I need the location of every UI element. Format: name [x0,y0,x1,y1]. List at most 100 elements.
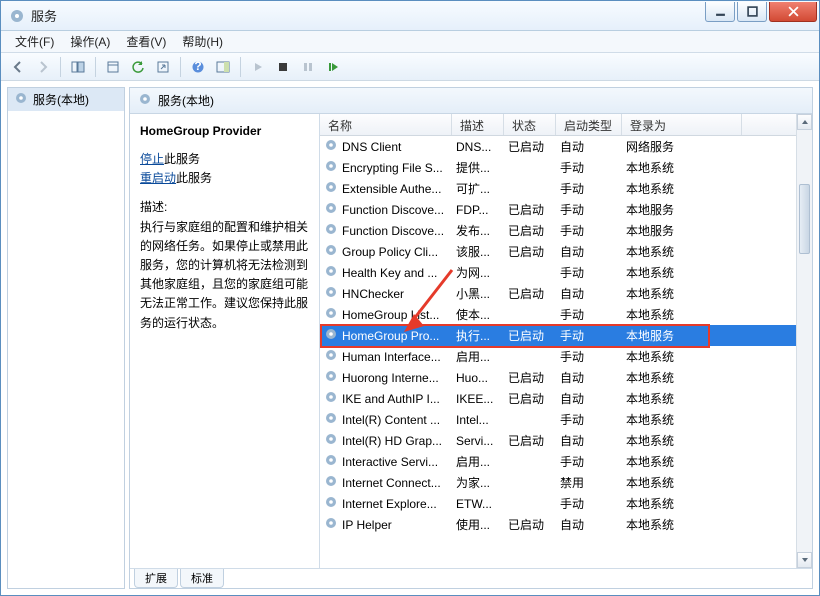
cell-name: Human Interface... [342,350,441,364]
scroll-up-button[interactable] [797,114,812,130]
cell-start: 手动 [556,411,622,428]
tabs: 扩展 标准 [130,568,812,588]
tree-root[interactable]: 服务(本地) [8,88,124,111]
service-row[interactable]: Interactive Servi...启用...手动本地系统 [320,451,812,472]
tree-root-label: 服务(本地) [33,91,89,108]
cell-name: Internet Connect... [342,476,441,490]
cell-logon: 本地系统 [622,495,742,512]
service-row[interactable]: Function Discove...FDP...已启动手动本地服务 [320,199,812,220]
cell-desc: 发布... [452,222,504,239]
service-row[interactable]: IKE and AuthIP I...IKEE...已启动自动本地系统 [320,388,812,409]
cell-name: Huorong Interne... [342,371,439,385]
forward-button[interactable] [32,56,54,78]
export-button[interactable] [152,56,174,78]
properties-button[interactable] [102,56,124,78]
refresh-button[interactable] [127,56,149,78]
body: 服务(本地) 服务(本地) HomeGroup Provider 停止此服务 重… [1,81,819,595]
service-row[interactable]: Extensible Authe...可扩...手动本地系统 [320,178,812,199]
service-row[interactable]: Intel(R) HD Grap...Servi...已启动自动本地系统 [320,430,812,451]
show-hide-tree-button[interactable] [67,56,89,78]
cell-start: 手动 [556,264,622,281]
maximize-button[interactable] [737,2,767,22]
service-row[interactable]: Function Discove...发布...已启动手动本地服务 [320,220,812,241]
service-row[interactable]: Huorong Interne...Huo...已启动自动本地系统 [320,367,812,388]
service-row[interactable]: Internet Connect...为家...禁用本地系统 [320,472,812,493]
col-logon[interactable]: 登录为 [622,114,742,135]
main-pane: 服务(本地) HomeGroup Provider 停止此服务 重启动此服务 描… [129,87,813,589]
tree-pane: 服务(本地) [7,87,125,589]
restart-service-button[interactable] [322,56,344,78]
gear-icon [324,495,338,512]
cell-name: Encrypting File S... [342,161,443,175]
service-row[interactable]: Human Interface...启用...手动本地系统 [320,346,812,367]
cell-desc: 提供... [452,159,504,176]
service-row[interactable]: HNChecker小黑...已启动自动本地系统 [320,283,812,304]
cell-start: 自动 [556,138,622,155]
start-service-button[interactable] [247,56,269,78]
gear-icon [324,222,338,239]
cell-logon: 本地系统 [622,390,742,407]
cell-status: 已启动 [504,285,556,302]
cell-name: IP Helper [342,518,392,532]
cell-desc: 该服... [452,243,504,260]
cell-logon: 网络服务 [622,138,742,155]
service-row[interactable]: DNS ClientDNS...已启动自动网络服务 [320,136,812,157]
tab-standard[interactable]: 标准 [180,569,224,588]
service-row[interactable]: HomeGroup List...使本...手动本地系统 [320,304,812,325]
scroll-down-button[interactable] [797,552,812,568]
service-row[interactable]: HomeGroup Pro...执行...已启动手动本地服务 [320,325,812,346]
cell-name: HomeGroup Pro... [342,329,439,343]
menu-action[interactable]: 操作(A) [62,31,118,52]
cell-start: 自动 [556,243,622,260]
service-row[interactable]: Intel(R) Content ...Intel...手动本地系统 [320,409,812,430]
gear-icon [324,327,338,344]
cell-desc: Huo... [452,371,504,385]
pause-service-button[interactable] [297,56,319,78]
cell-name: Function Discove... [342,203,444,217]
menu-help[interactable]: 帮助(H) [174,31,231,52]
stop-service-button[interactable] [272,56,294,78]
col-start[interactable]: 启动类型 [556,114,622,135]
cell-name: Internet Explore... [342,497,437,511]
cell-name: HomeGroup List... [342,308,439,322]
service-row[interactable]: IP Helper使用...已启动自动本地系统 [320,514,812,535]
scroll-thumb[interactable] [799,184,810,254]
header-title: 服务(本地) [158,92,214,109]
service-row[interactable]: Group Policy Cli...该服...已启动自动本地系统 [320,241,812,262]
cell-desc: 启用... [452,453,504,470]
cell-start: 手动 [556,159,622,176]
stop-link[interactable]: 停止 [140,152,164,166]
gear-icon [324,159,338,176]
cell-start: 手动 [556,201,622,218]
help-button[interactable]: ? [187,56,209,78]
scrollbar[interactable] [796,114,812,568]
cell-desc: 执行... [452,327,504,344]
service-row[interactable]: Health Key and ...为网...手动本地系统 [320,262,812,283]
cell-status: 已启动 [504,222,556,239]
gear-icon [324,264,338,281]
back-button[interactable] [7,56,29,78]
gear-icon [324,516,338,533]
minimize-button[interactable] [705,2,735,22]
tab-extended[interactable]: 扩展 [134,569,178,588]
service-row[interactable]: Encrypting File S...提供...手动本地系统 [320,157,812,178]
gear-icon [324,348,338,365]
col-status[interactable]: 状态 [504,114,556,135]
cell-logon: 本地系统 [622,306,742,323]
cell-name: Intel(R) Content ... [342,413,440,427]
action-pane-button[interactable] [212,56,234,78]
cell-start: 手动 [556,453,622,470]
restart-link[interactable]: 重启动 [140,171,176,185]
gear-icon [324,201,338,218]
cell-desc: 使本... [452,306,504,323]
menu-view[interactable]: 查看(V) [118,31,174,52]
description-label: 描述: [140,198,309,217]
close-button[interactable] [769,2,817,22]
cell-logon: 本地服务 [622,201,742,218]
cell-start: 手动 [556,327,622,344]
menu-file[interactable]: 文件(F) [7,31,62,52]
col-name[interactable]: 名称 [320,114,452,135]
toolbar-separator [240,57,241,77]
col-desc[interactable]: 描述 [452,114,504,135]
service-row[interactable]: Internet Explore...ETW...手动本地系统 [320,493,812,514]
